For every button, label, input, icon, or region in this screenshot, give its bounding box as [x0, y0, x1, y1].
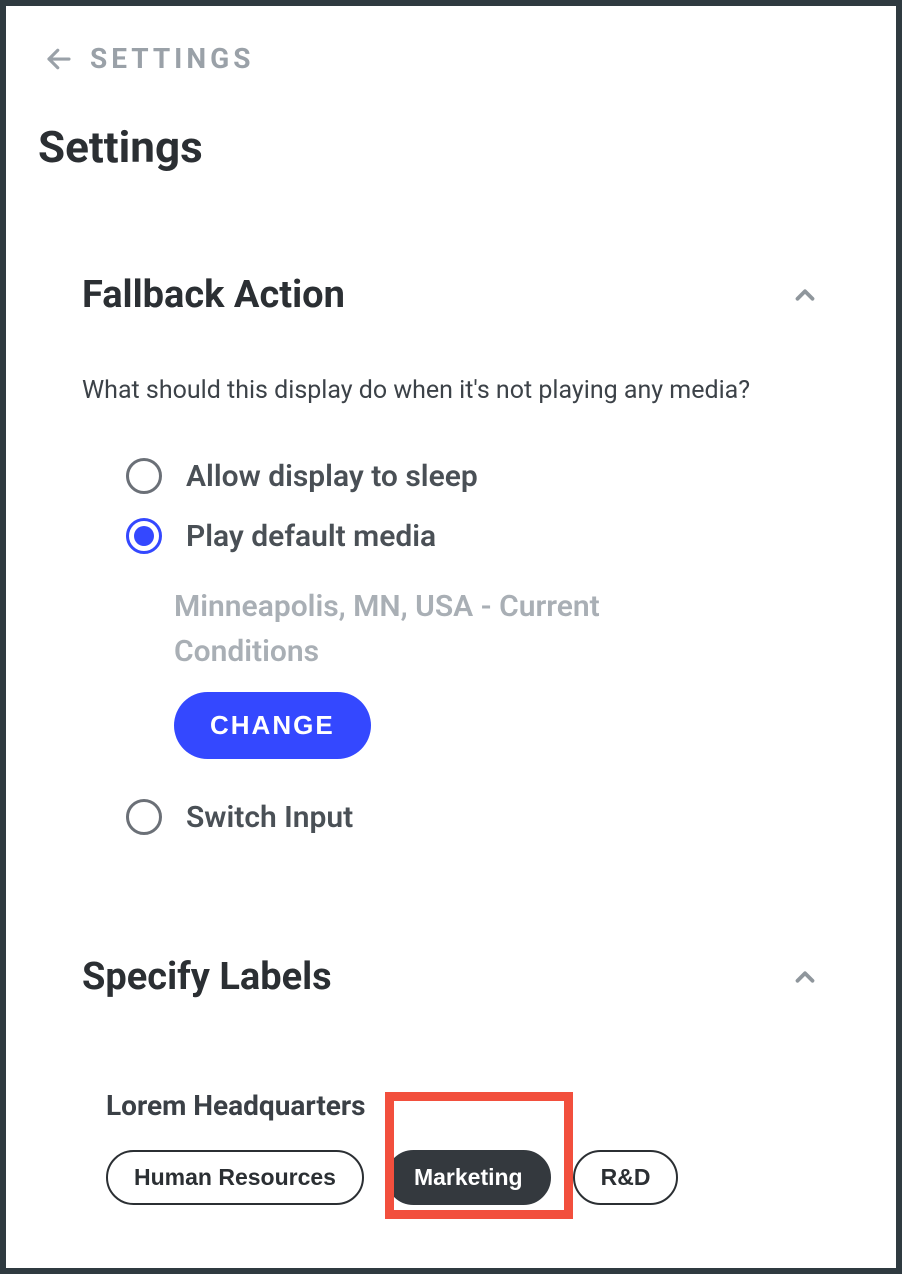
chip-rnd[interactable]: R&D	[573, 1150, 679, 1205]
radio-label: Switch Input	[186, 800, 353, 835]
radio-icon	[126, 458, 162, 494]
fallback-action-header[interactable]: Fallback Action	[82, 273, 820, 317]
fallback-action-section: Fallback Action What should this display…	[34, 273, 868, 835]
default-media-detail: Minneapolis, MN, USA - Current Condition…	[174, 584, 734, 759]
breadcrumb: SETTINGS	[44, 42, 868, 75]
specify-labels-section: Specify Labels Lorem Headquarters Human …	[34, 955, 868, 1205]
breadcrumb-label[interactable]: SETTINGS	[90, 42, 254, 75]
specify-labels-title: Specify Labels	[82, 955, 332, 999]
radio-allow-sleep[interactable]: Allow display to sleep	[126, 458, 820, 494]
settings-page: SETTINGS Settings Fallback Action What s…	[0, 0, 902, 1274]
radio-icon	[126, 799, 162, 835]
chip-marketing[interactable]: Marketing	[386, 1150, 551, 1205]
chip-human-resources[interactable]: Human Resources	[106, 1150, 364, 1205]
chevron-up-icon	[790, 962, 820, 992]
default-media-name: Minneapolis, MN, USA - Current Condition…	[174, 584, 734, 674]
specify-labels-header[interactable]: Specify Labels	[82, 955, 820, 999]
fallback-action-description: What should this display do when it's no…	[82, 373, 820, 408]
labels-group-name: Lorem Headquarters	[106, 1089, 820, 1122]
labels-block: Lorem Headquarters Human Resources Marke…	[82, 1089, 820, 1205]
back-arrow-icon[interactable]	[44, 44, 74, 74]
fallback-radio-group: Allow display to sleep Play default medi…	[82, 458, 820, 835]
fallback-action-title: Fallback Action	[82, 273, 345, 317]
radio-inner-dot	[134, 526, 154, 546]
radio-switch-input[interactable]: Switch Input	[126, 799, 820, 835]
radio-label: Play default media	[186, 519, 436, 554]
chevron-up-icon	[790, 280, 820, 310]
radio-label: Allow display to sleep	[186, 459, 478, 494]
change-button[interactable]: CHANGE	[174, 692, 371, 759]
radio-play-default-media[interactable]: Play default media	[126, 518, 820, 554]
page-title: Settings	[38, 121, 868, 173]
radio-icon-selected	[126, 518, 162, 554]
labels-chips: Human Resources Marketing R&D	[106, 1150, 820, 1205]
